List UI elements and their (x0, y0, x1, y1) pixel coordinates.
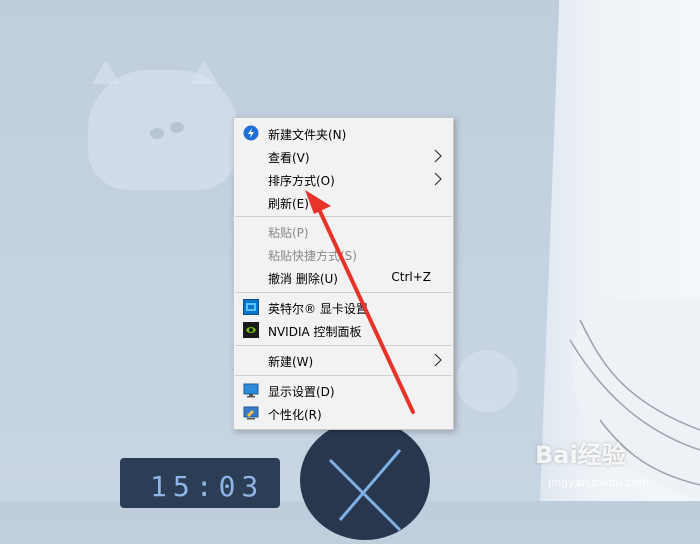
menu-separator (235, 375, 452, 376)
chevron-right-icon (434, 172, 442, 186)
wallpaper-hair-illustration (569, 300, 700, 501)
menu-item-personalize[interactable]: 个性化(R) (234, 402, 453, 424)
desktop-context-menu: 新建文件夹(N) 查看(V) 排序方式(O) 刷新(E) 粘贴(P) 粘贴快捷方… (233, 117, 454, 430)
menu-item-display-settings[interactable]: 显示设置(D) (234, 379, 453, 401)
menu-item-label: 撤消 删除(U) (268, 272, 338, 286)
display-settings-icon (243, 383, 259, 398)
menu-item-label: 粘贴(P) (268, 226, 309, 240)
menu-item-new-folder[interactable]: 新建文件夹(N) (234, 122, 453, 144)
menu-item-paste: 粘贴(P) (234, 220, 453, 242)
wallpaper-small-cat-shape (456, 350, 518, 412)
menu-item-label: NVIDIA 控制面板 (268, 325, 362, 339)
menu-item-label: 粘贴快捷方式(S) (268, 249, 357, 263)
menu-item-label: 个性化(R) (268, 408, 322, 422)
personalize-icon (243, 406, 259, 420)
menu-item-shortcut: Ctrl+Z (391, 270, 431, 284)
chevron-right-icon (434, 149, 442, 163)
menu-item-undo-delete[interactable]: 撤消 删除(U) Ctrl+Z (234, 266, 453, 288)
wallpaper-cat-eye (150, 128, 164, 139)
menu-item-label: 新建(W) (268, 355, 314, 369)
intel-graphics-icon (243, 299, 259, 315)
wallpaper-cat-ear (92, 60, 120, 84)
menu-item-label: 查看(V) (268, 151, 310, 165)
menu-item-paste-shortcut: 粘贴快捷方式(S) (234, 243, 453, 265)
menu-item-view[interactable]: 查看(V) (234, 145, 453, 167)
watermark-url: jingyan.baidu.com (548, 476, 650, 489)
menu-item-label: 刷新(E) (268, 197, 309, 211)
menu-item-nvidia-control-panel[interactable]: NVIDIA 控制面板 (234, 319, 453, 341)
menu-item-new[interactable]: 新建(W) (234, 349, 453, 371)
chevron-right-icon (434, 353, 442, 367)
wallpaper-calendar-text: 15:03 (150, 470, 265, 503)
menu-separator (235, 292, 452, 293)
menu-item-intel-graphics[interactable]: 英特尔® 显卡设置 (234, 296, 453, 318)
menu-item-label: 显示设置(D) (268, 385, 335, 399)
menu-item-label: 新建文件夹(N) (268, 128, 347, 142)
wallpaper-clock (300, 420, 430, 540)
menu-item-label: 英特尔® 显卡设置 (268, 302, 368, 316)
watermark-brand: Bai经验 (535, 441, 626, 469)
wallpaper-cat-ear (190, 60, 218, 84)
wallpaper-cat-eye (170, 122, 184, 133)
menu-item-label: 排序方式(O) (268, 174, 335, 188)
new-folder-icon (243, 125, 259, 141)
menu-separator (235, 345, 452, 346)
clock-hands-icon (328, 449, 402, 532)
nvidia-icon (243, 322, 259, 338)
menu-item-sort-by[interactable]: 排序方式(O) (234, 168, 453, 190)
menu-separator (235, 216, 452, 217)
menu-item-refresh[interactable]: 刷新(E) (234, 191, 453, 213)
